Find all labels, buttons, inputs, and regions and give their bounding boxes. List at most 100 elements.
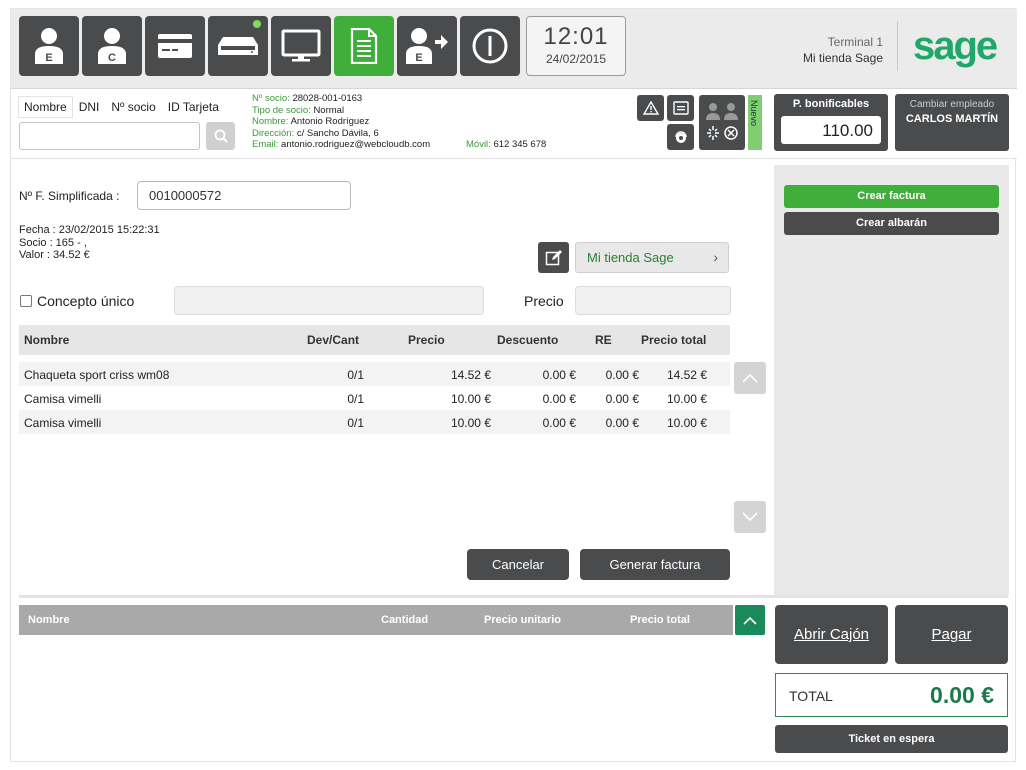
card-icon: [158, 34, 192, 58]
precio-input[interactable]: [575, 286, 731, 315]
ticket-collapse-button[interactable]: [735, 605, 765, 635]
cell-nombre: Chaqueta sport criss wm08: [24, 368, 170, 382]
chevron-up-icon: [743, 616, 757, 625]
open-drawer-button[interactable]: Abrir Cajón: [775, 605, 888, 664]
table-row[interactable]: Camisa vimelli 0/1 10.00 € 0.00 € 0.00 €…: [19, 386, 730, 410]
nuevo-label: Nuevo: [749, 100, 759, 127]
total-label: TOTAL: [789, 688, 833, 704]
concepto-checkbox[interactable]: [20, 295, 32, 307]
generate-invoice-button[interactable]: Generar factura: [580, 549, 730, 580]
chevron-down-icon: [742, 512, 758, 522]
clock-time: 12:01: [543, 23, 609, 50]
nuevo-tag[interactable]: Nuevo: [748, 95, 762, 150]
users-icon: [706, 103, 738, 140]
cell-re: 0.00 €: [605, 416, 639, 430]
top-toolbar: E C E 12:01 24/02/2015 Terminal 1 Mi tie…: [11, 9, 1017, 89]
cell-devcant: 0/1: [347, 368, 364, 382]
change-employee-label: Cambiar empleado: [909, 99, 995, 110]
col-precio-unitario: Precio unitario: [484, 614, 562, 626]
chevron-right-icon: ›: [713, 249, 718, 265]
nf-label: Nº F. Simplificada :: [19, 189, 120, 203]
person-e-icon: E: [35, 28, 63, 64]
cell-precio: 10.00 €: [450, 416, 491, 430]
person-c-icon: C: [98, 28, 126, 64]
scroll-up-button[interactable]: [734, 362, 766, 394]
employee-exit-button[interactable]: E: [397, 16, 457, 76]
col-devcant: Dev/Cant: [307, 333, 360, 347]
change-employee-button[interactable]: Cambiar empleado CARLOS MARTÍN: [895, 94, 1009, 151]
concepto-input[interactable]: [174, 286, 484, 315]
tab-dni[interactable]: DNI: [74, 97, 105, 117]
store-select-label: Mi tienda Sage: [587, 250, 674, 265]
store-select-button[interactable]: Mi tienda Sage ›: [575, 242, 729, 273]
customer-search-button[interactable]: [206, 122, 235, 150]
doc-info: Fecha : 23/02/2015 15:22:31 Socio : 165 …: [19, 224, 160, 262]
socio-value: 28028-001-0163: [292, 93, 363, 104]
power-icon: [472, 28, 508, 64]
cell-precio: 10.00 €: [450, 392, 491, 406]
separator: [897, 21, 898, 71]
customer-group-button[interactable]: [699, 95, 745, 150]
nf-input[interactable]: 0010000572: [137, 181, 351, 210]
customer-search-input[interactable]: [19, 122, 200, 150]
customer-button[interactable]: C: [82, 16, 142, 76]
customer-info: Nº socio: 28028-001-0163 Tipo de socio: …: [252, 93, 430, 151]
movil-label: Móvil:: [466, 139, 491, 150]
hold-ticket-button[interactable]: Ticket en espera: [775, 725, 1008, 753]
create-invoice-button[interactable]: Crear factura: [784, 185, 999, 208]
clock: 12:01 24/02/2015: [526, 16, 626, 76]
fecha-text: Fecha : 23/02/2015 15:22:31: [19, 224, 160, 236]
notes-button[interactable]: [667, 95, 694, 121]
pay-button[interactable]: Pagar: [895, 605, 1008, 664]
tab-socio[interactable]: Nº socio: [106, 97, 160, 117]
cell-nombre: Camisa vimelli: [24, 392, 102, 406]
cell-precio-total: 10.00 €: [666, 392, 707, 406]
direccion-value: c/ Sancho Dávila, 6: [296, 127, 379, 139]
pos-window: E C E 12:01 24/02/2015 Terminal 1 Mi tie…: [10, 8, 1017, 762]
movil-info: Móvil: 612 345 678: [466, 139, 546, 150]
edit-icon: [545, 249, 562, 265]
concepto-label: Concepto único: [37, 293, 135, 309]
document-icon: [350, 28, 378, 64]
tipo-label: Tipo de socio:: [252, 104, 311, 116]
headset-icon: [674, 131, 687, 143]
terminal-name: Terminal 1: [827, 35, 883, 49]
cell-descuento: 0.00 €: [542, 416, 576, 430]
nombre-label: Nombre:: [252, 116, 289, 128]
create-delivery-note-button[interactable]: Crear albarán: [784, 212, 999, 235]
socio-label: Nº socio:: [252, 93, 290, 104]
employee-button[interactable]: E: [19, 16, 79, 76]
cell-precio-total: 14.52 €: [666, 368, 707, 382]
total-value: 0.00 €: [930, 682, 994, 708]
monitor-button[interactable]: [271, 16, 331, 76]
terminal-info: Terminal 1 Mi tienda Sage: [771, 34, 883, 66]
warning-button[interactable]: [637, 95, 664, 121]
drawer-icon: [218, 37, 258, 55]
tipo-value: Normal: [313, 104, 345, 116]
chevron-up-icon: [742, 373, 758, 383]
edit-button[interactable]: [538, 242, 569, 273]
table-row[interactable]: Camisa vimelli 0/1 10.00 € 0.00 € 0.00 €…: [19, 410, 730, 434]
document-button[interactable]: [334, 16, 394, 76]
table-row[interactable]: Chaqueta sport criss wm08 0/1 14.52 € 0.…: [19, 362, 730, 386]
support-button[interactable]: [667, 124, 694, 150]
employee-name: CARLOS MARTÍN: [905, 113, 999, 125]
tab-nombre[interactable]: Nombre: [19, 97, 72, 117]
tab-id-tarjeta[interactable]: ID Tarjeta: [163, 97, 224, 117]
drawer-button[interactable]: [208, 16, 268, 76]
points-value: 110.00: [781, 116, 881, 144]
power-button[interactable]: [460, 16, 520, 76]
cell-precio-total: 10.00 €: [666, 416, 707, 430]
valor-text: Valor : 34.52 €: [19, 249, 90, 261]
cancel-button[interactable]: Cancelar: [467, 549, 569, 580]
direccion-label: Dirección:: [252, 127, 295, 139]
points-box: P. bonificables 110.00: [774, 94, 888, 151]
card-button[interactable]: [145, 16, 205, 76]
scroll-down-button[interactable]: [734, 501, 766, 533]
status-dot: [253, 20, 261, 28]
ticket-table-header: Nombre Cantidad Precio unitario Precio t…: [19, 605, 733, 635]
cell-re: 0.00 €: [605, 368, 639, 382]
email-value: antonio.rodriguez@webcloudb.com: [281, 139, 431, 151]
store-name: Mi tienda Sage: [802, 51, 883, 65]
person-exit-icon: E: [406, 28, 448, 64]
